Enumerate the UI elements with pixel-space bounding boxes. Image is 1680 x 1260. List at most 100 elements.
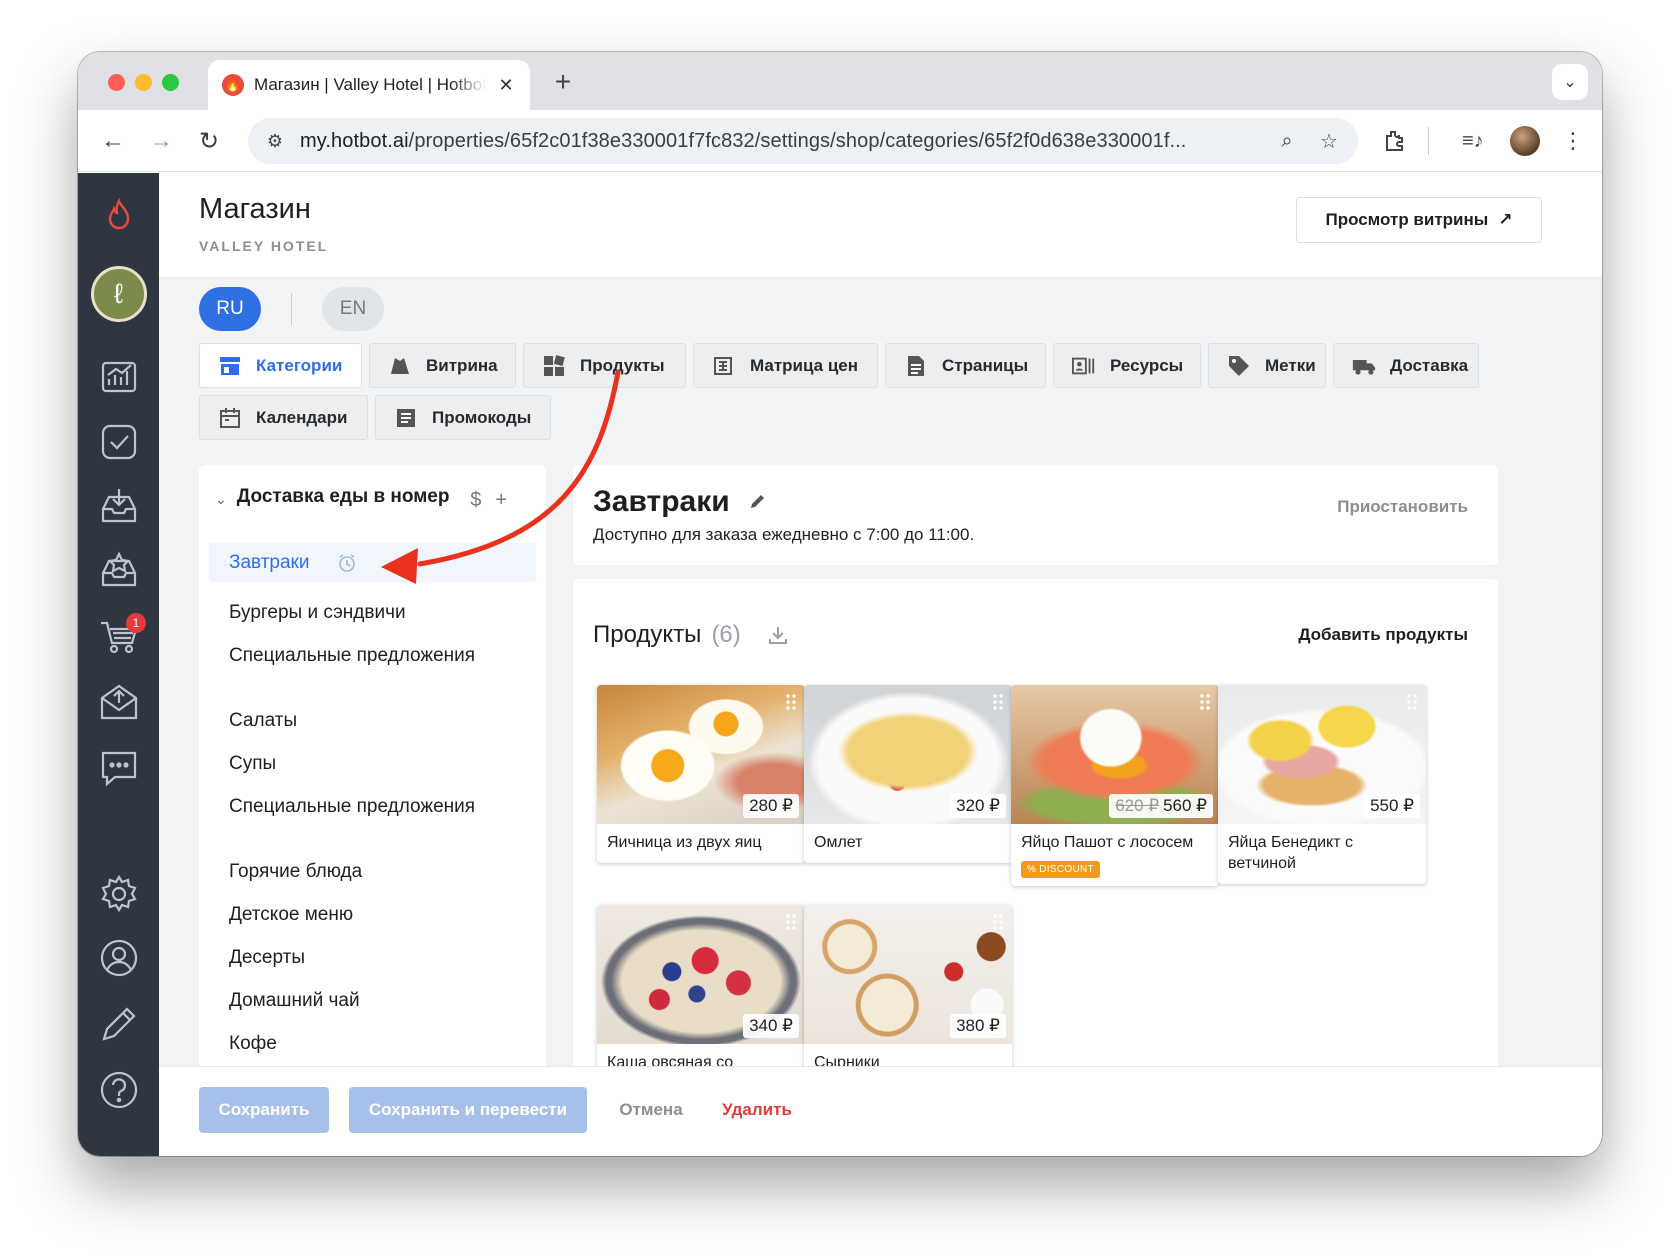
drag-handle-icon[interactable]: [785, 693, 797, 711]
main-content: Магазин VALLEY HOTEL Просмотр витрины ↗ …: [159, 173, 1602, 1156]
reviews-star-icon[interactable]: [78, 545, 159, 595]
browser-tab[interactable]: 🔥 Магазин | Valley Hotel | Hotbot ✕: [208, 60, 530, 110]
product-card[interactable]: 320 ₽ Омлет: [804, 685, 1012, 863]
edit-title-icon[interactable]: [748, 491, 768, 511]
address-bar[interactable]: ⚙ my.hotbot.ai/properties/65f2c01f38e330…: [248, 118, 1358, 164]
help-icon[interactable]: [78, 1065, 159, 1115]
category-item[interactable]: Салаты: [229, 709, 519, 732]
download-icon[interactable]: [767, 624, 789, 646]
category-item[interactable]: Бургеры и сэндвичи: [229, 601, 519, 624]
add-category-icon[interactable]: +: [495, 489, 507, 512]
mail-upload-icon[interactable]: [78, 677, 159, 727]
tab-showcase[interactable]: Витрина: [369, 343, 516, 388]
tab-resources[interactable]: Ресурсы: [1053, 343, 1201, 388]
product-card[interactable]: 380 ₽ Сырники: [804, 905, 1012, 1083]
analytics-icon[interactable]: [78, 351, 159, 401]
drag-handle-icon[interactable]: [992, 693, 1004, 711]
profile-avatar[interactable]: [1510, 124, 1540, 158]
tab-strip: 🔥 Магазин | Valley Hotel | Hotbot ✕ + ⌄: [78, 52, 1602, 110]
drag-handle-icon[interactable]: [785, 913, 797, 931]
inbox-download-icon[interactable]: [78, 481, 159, 531]
maximize-window-button[interactable]: [162, 74, 179, 91]
tab-search-button[interactable]: ⌄: [1552, 64, 1588, 100]
drag-handle-icon[interactable]: [1199, 693, 1211, 711]
extensions-icon[interactable]: [1382, 124, 1406, 158]
tasks-check-icon[interactable]: [78, 417, 159, 467]
drag-handle-icon[interactable]: [992, 913, 1004, 931]
category-item[interactable]: Горячие блюда: [229, 860, 519, 883]
product-card[interactable]: 620 ₽560 ₽ Яйцо Пашот с лососем % DISCOU…: [1011, 685, 1219, 886]
category-item[interactable]: Кофе: [229, 1032, 519, 1055]
tab-products[interactable]: Продукты: [523, 343, 686, 388]
tab-delivery[interactable]: Доставка: [1333, 343, 1479, 388]
zoom-icon[interactable]: ⌕: [1272, 130, 1302, 153]
drag-handle-icon[interactable]: [1406, 693, 1418, 711]
tab-close-icon[interactable]: ✕: [496, 75, 516, 96]
add-products-button[interactable]: Добавить продукты: [1298, 625, 1468, 645]
tab-pages[interactable]: Страницы: [885, 343, 1046, 388]
edit-pencil-icon[interactable]: [78, 999, 159, 1049]
discount-badge: % DISCOUNT: [1021, 861, 1100, 878]
toolbar-divider: [1428, 127, 1429, 155]
back-button[interactable]: ←: [96, 124, 130, 158]
url-text[interactable]: my.hotbot.ai/properties/65f2c01f38e33000…: [300, 130, 1260, 153]
bookmark-star-icon[interactable]: ☆: [1314, 129, 1344, 154]
new-tab-button[interactable]: +: [548, 66, 578, 98]
products-count: (6): [711, 621, 741, 648]
clock-icon: [338, 554, 355, 572]
product-card[interactable]: 550 ₽ Яйца Бенедикт с ветчиной: [1218, 685, 1426, 884]
product-image-syrniki: 380 ₽: [804, 905, 1012, 1044]
shop-cart-icon[interactable]: 1: [78, 611, 159, 661]
preview-storefront-button[interactable]: Просмотр витрины ↗: [1296, 197, 1542, 243]
save-button[interactable]: Сохранить: [199, 1087, 329, 1133]
storefront-icon: [218, 354, 242, 378]
category-item-active[interactable]: Завтраки: [209, 543, 536, 582]
property-avatar[interactable]: ℓ: [78, 261, 159, 327]
product-card[interactable]: 280 ₽ Яичница из двух яиц: [597, 685, 805, 863]
forward-button[interactable]: →: [144, 124, 178, 158]
reload-button[interactable]: ↻: [192, 124, 226, 158]
dollar-icon[interactable]: $: [470, 489, 481, 512]
cancel-button[interactable]: Отмена: [607, 1087, 695, 1133]
category-item[interactable]: Домашний чай: [229, 989, 519, 1012]
category-header-card: Завтраки Доступно для заказа ежедневно с…: [573, 465, 1498, 565]
media-controls-icon[interactable]: ≡♪: [1462, 124, 1484, 158]
price-value: 280 ₽: [749, 796, 793, 815]
category-item[interactable]: Десерты: [229, 946, 519, 969]
category-item[interactable]: Детское меню: [229, 903, 519, 926]
minimize-window-button[interactable]: [135, 74, 152, 91]
category-item[interactable]: Супы: [229, 752, 519, 775]
tab-showcase-label: Витрина: [426, 355, 498, 375]
tab-price-matrix[interactable]: Матрица цен: [693, 343, 878, 388]
tab-calendars[interactable]: Календари: [199, 395, 368, 440]
settings-gear-icon[interactable]: [78, 869, 159, 919]
chevron-down-icon[interactable]: ⌄: [215, 491, 227, 508]
delete-button[interactable]: Удалить: [709, 1087, 805, 1133]
tab-pages-label: Страницы: [942, 355, 1029, 375]
save-translate-button[interactable]: Сохранить и перевести: [349, 1087, 587, 1133]
chat-icon[interactable]: [78, 743, 159, 793]
tab-resources-label: Ресурсы: [1110, 355, 1184, 375]
category-group[interactable]: ⌄ Доставка еды в номер $ +: [215, 485, 515, 511]
lang-en-button[interactable]: EN: [322, 287, 384, 331]
tab-categories[interactable]: Категории: [199, 343, 362, 388]
site-settings-icon[interactable]: ⚙: [262, 131, 288, 152]
user-profile-icon[interactable]: [78, 933, 159, 983]
category-item[interactable]: Специальные предложения: [229, 644, 519, 667]
pause-button[interactable]: Приостановить: [1337, 497, 1468, 517]
calendar-icon: [218, 406, 242, 430]
preview-button-label: Просмотр витрины: [1325, 210, 1489, 229]
tab-promocodes[interactable]: Промокоды: [375, 395, 551, 440]
page-title: Магазин: [199, 193, 311, 225]
browser-menu-icon[interactable]: ⋮: [1562, 124, 1584, 158]
lang-ru-button[interactable]: RU: [199, 287, 261, 331]
category-item[interactable]: Специальные предложения: [229, 795, 519, 818]
product-price: 380 ₽: [950, 1014, 1006, 1038]
tab-labels[interactable]: Метки: [1208, 343, 1326, 388]
close-window-button[interactable]: [108, 74, 125, 91]
product-price: 550 ₽: [1364, 794, 1420, 818]
hotbot-favicon-icon: 🔥: [222, 74, 244, 96]
tab-labels-label: Метки: [1265, 355, 1316, 375]
product-price: 280 ₽: [743, 794, 799, 818]
hotbot-logo-icon[interactable]: [78, 191, 159, 241]
